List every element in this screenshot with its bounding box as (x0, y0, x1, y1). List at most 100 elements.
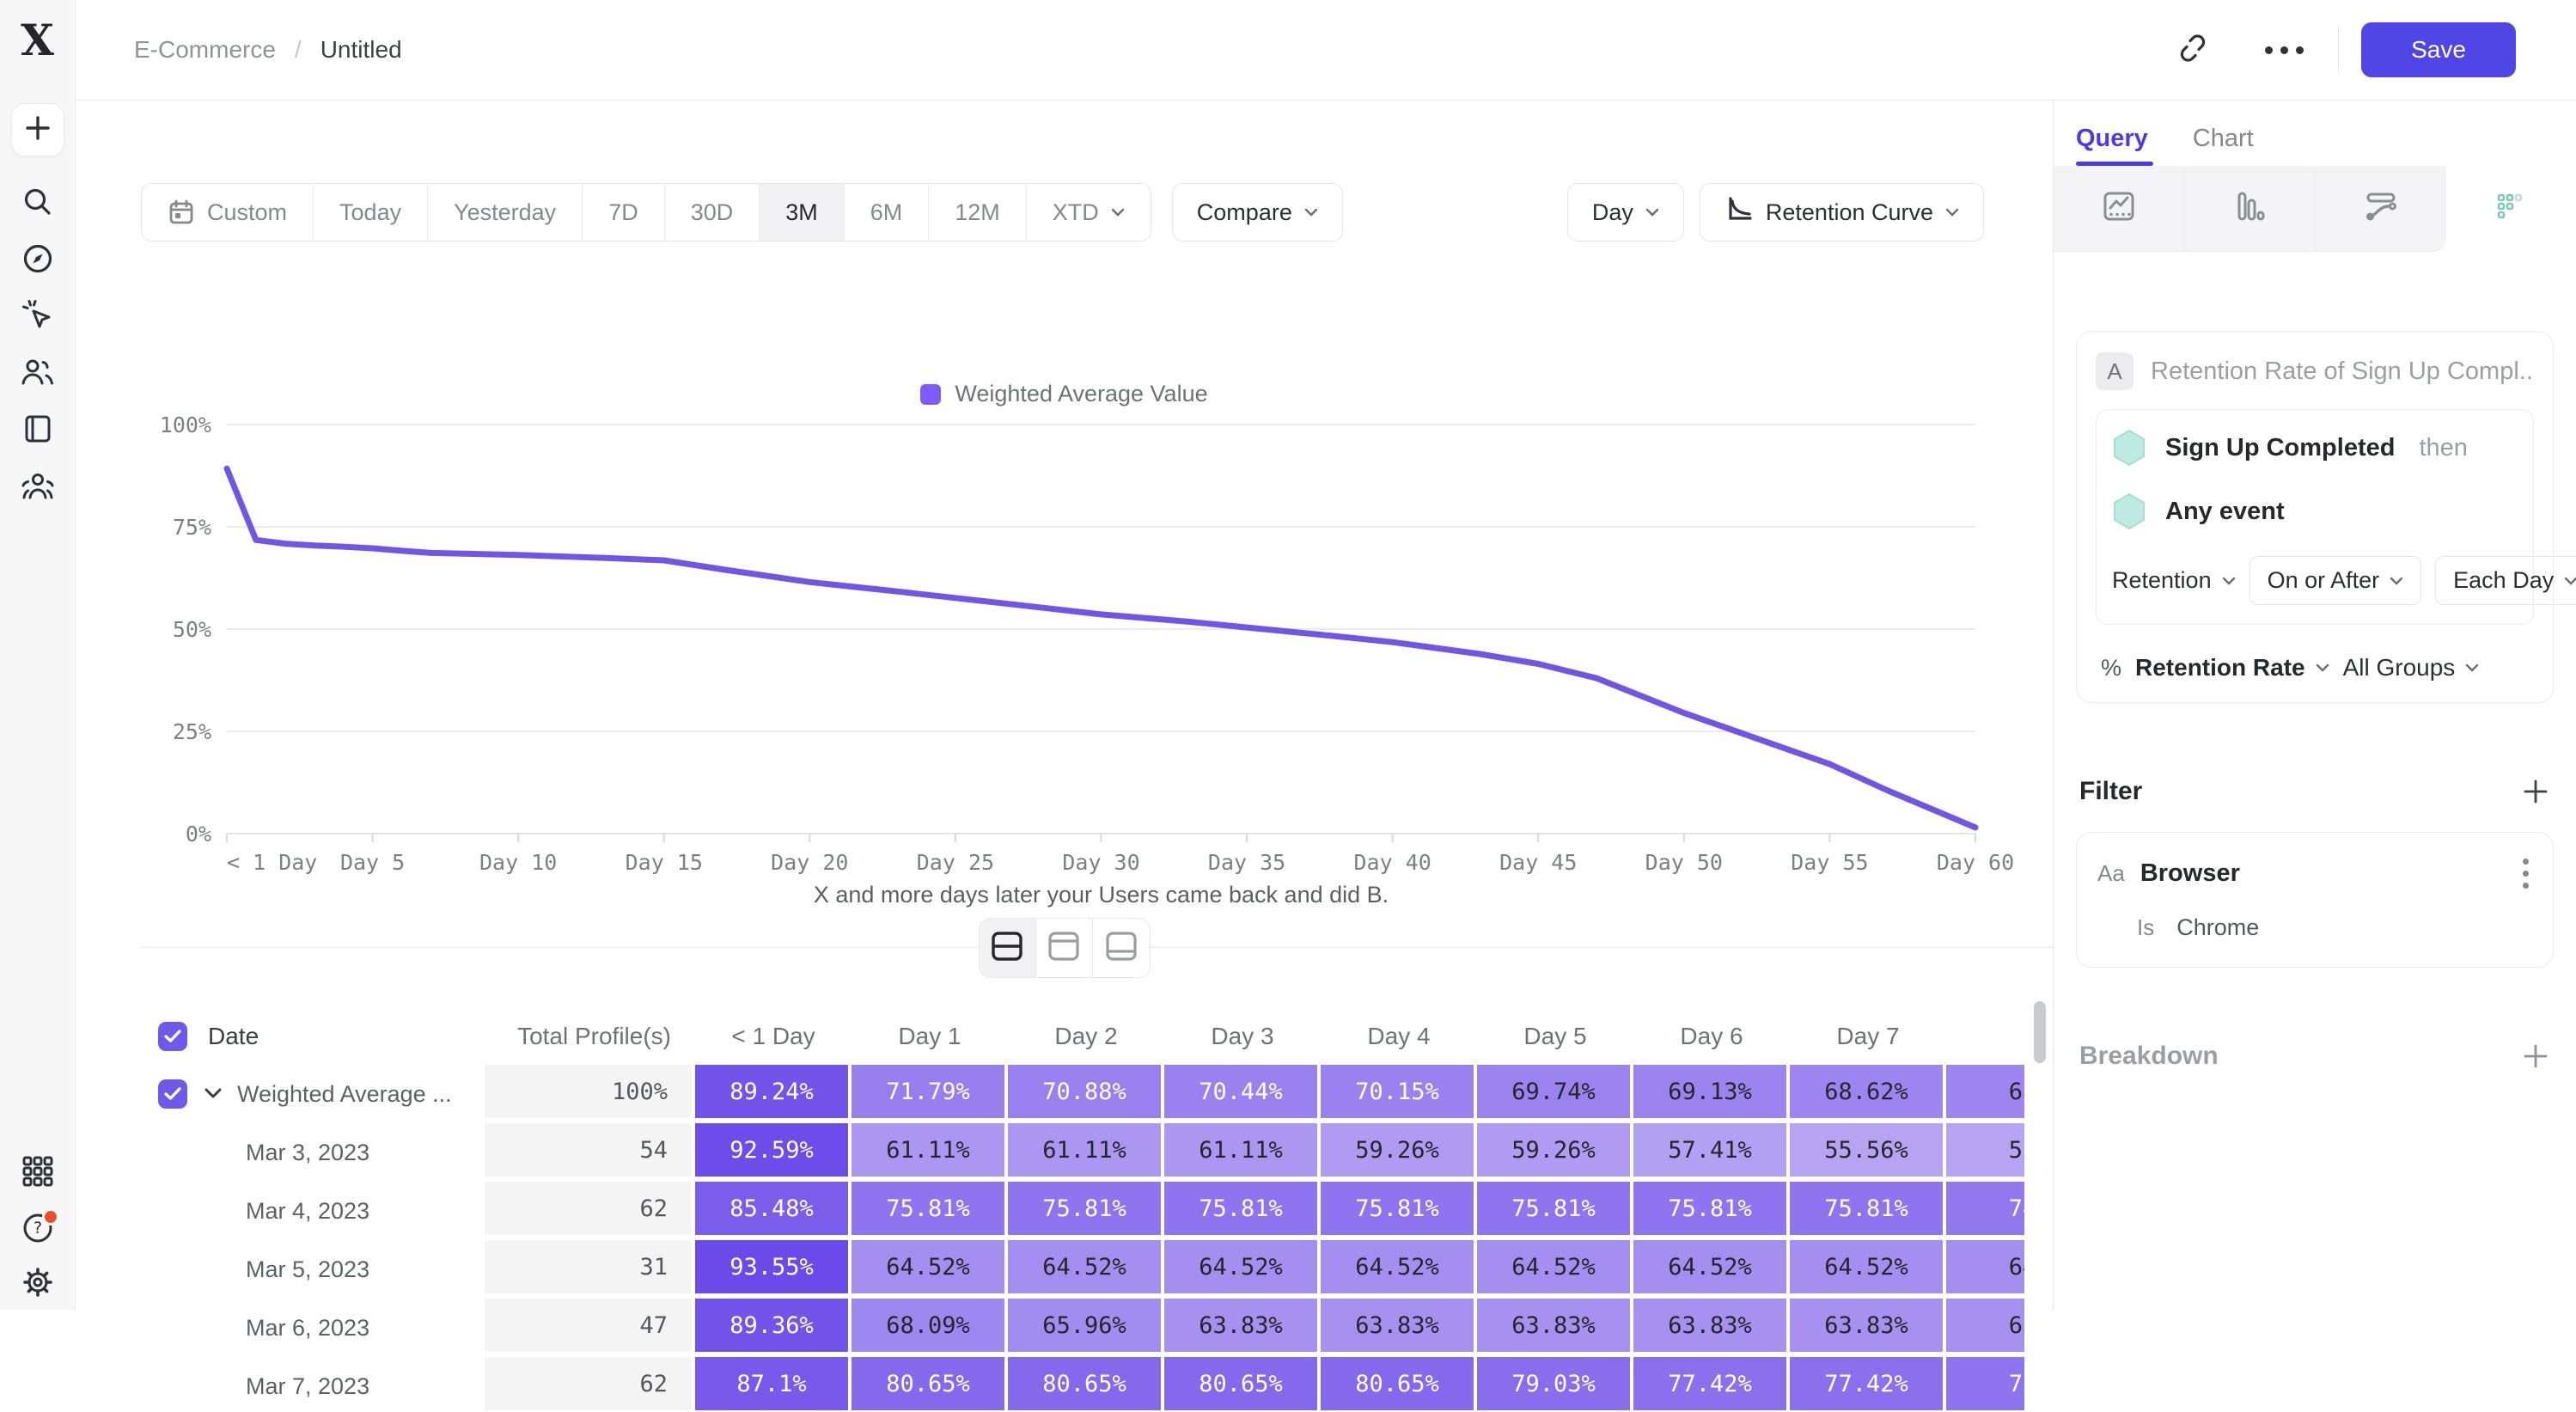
retention-cell[interactable]: 89.36% (695, 1299, 852, 1357)
notebook-nav-button[interactable] (9, 402, 66, 459)
chart-legend[interactable]: Weighted Average Value (76, 381, 2053, 407)
tab-line-chart[interactable] (2054, 166, 2185, 252)
filter-property[interactable]: Browser (2140, 859, 2240, 888)
row-checkbox[interactable] (158, 1022, 187, 1051)
tab-retention-grid[interactable] (2446, 166, 2576, 252)
range-button-6m[interactable]: 6M (845, 184, 930, 241)
retention-cell[interactable]: 63.83% (1477, 1299, 1633, 1357)
expand-chevron-icon[interactable] (203, 1087, 223, 1101)
retention-cell[interactable]: 64.52% (852, 1240, 1008, 1299)
save-button[interactable]: Save (2361, 22, 2516, 77)
column-header-day[interactable]: Day 6 (1633, 1023, 1790, 1050)
retention-cell[interactable]: 93.55% (695, 1240, 852, 1299)
retention-cell[interactable]: 61.11% (1164, 1123, 1321, 1182)
retention-cell[interactable]: 74 (1946, 1182, 2024, 1240)
retention-cell[interactable]: 70.44% (1164, 1065, 1321, 1123)
retention-cell[interactable]: 68.62% (1790, 1065, 1946, 1123)
retention-cell[interactable]: 75.81% (1633, 1182, 1790, 1240)
retention-cell[interactable]: 64.52% (1321, 1240, 1477, 1299)
range-button-yesterday[interactable]: Yesterday (428, 184, 583, 241)
row-label[interactable]: Mar 4, 2023 (246, 1198, 369, 1225)
apps-button[interactable] (9, 1145, 66, 1201)
compare-button[interactable]: Compare (1172, 183, 1343, 241)
breadcrumb-page[interactable]: Untitled (320, 36, 402, 64)
column-header-date[interactable]: Date (208, 1023, 259, 1050)
retention-cell[interactable]: 75.81% (1008, 1182, 1164, 1240)
retention-cell[interactable]: 75.81% (1164, 1182, 1321, 1240)
retention-cell[interactable]: 64.52% (1633, 1240, 1790, 1299)
retention-cell[interactable]: 80.65% (1164, 1357, 1321, 1412)
event-row-2[interactable]: Any event (2112, 492, 2518, 530)
retention-cell[interactable]: 63.83% (1633, 1299, 1790, 1357)
retention-cell[interactable]: 69.13% (1633, 1065, 1790, 1123)
layout-table-only-button[interactable] (1093, 919, 1150, 977)
retention-cell[interactable]: 87.1% (695, 1357, 852, 1412)
range-button-today[interactable]: Today (314, 184, 428, 241)
retention-cell[interactable]: 59.26% (1321, 1123, 1477, 1182)
more-options-button[interactable] (2265, 46, 2304, 54)
search-nav-button[interactable] (9, 175, 66, 232)
retention-cell[interactable]: 63 (1946, 1299, 2024, 1357)
row-checkbox[interactable] (158, 1079, 187, 1109)
range-button-7d[interactable]: 7D (583, 184, 665, 241)
column-header-day[interactable]: Day 2 (1008, 1023, 1164, 1050)
retention-line-series[interactable] (227, 468, 1975, 828)
retention-cell[interactable]: 57.41% (1633, 1123, 1790, 1182)
retention-cell[interactable]: 75.81% (852, 1182, 1008, 1240)
retention-cell[interactable]: 80.65% (1008, 1357, 1164, 1412)
help-button[interactable]: ? (9, 1201, 66, 1258)
column-header-day[interactable]: Day 5 (1477, 1023, 1633, 1050)
dropdown-on-or-after[interactable]: On or After (2249, 556, 2422, 605)
retention-cell[interactable]: 63.83% (1164, 1299, 1321, 1357)
measure-dropdown[interactable]: Retention Rate (2135, 654, 2329, 682)
retention-cell[interactable]: 61.11% (852, 1123, 1008, 1182)
row-label[interactable]: Mar 5, 2023 (246, 1256, 369, 1283)
filter-menu-button[interactable] (2519, 855, 2532, 892)
retention-cell[interactable]: 64.52% (1164, 1240, 1321, 1299)
retention-cell[interactable]: 77.42% (1790, 1357, 1946, 1412)
row-label[interactable]: Weighted Average ... (237, 1081, 452, 1108)
retention-cell[interactable]: 59.26% (1477, 1123, 1633, 1182)
retention-cell[interactable]: 75.81% (1477, 1182, 1633, 1240)
retention-cell[interactable]: 75.81% (1321, 1182, 1477, 1240)
range-button-xtd[interactable]: XTD (1027, 184, 1151, 241)
tab-bar-chart[interactable] (2185, 166, 2317, 252)
column-header-day[interactable]: Day 1 (852, 1023, 1008, 1050)
retention-cell[interactable]: 64.52% (1790, 1240, 1946, 1299)
retention-cell[interactable]: 85.48% (695, 1182, 852, 1240)
filter-card[interactable]: Aa Browser Is Chrome (2076, 832, 2554, 968)
retention-cell[interactable]: 63.83% (1790, 1299, 1946, 1357)
retention-line-chart[interactable]: 100%75%50%25%0%< 1 DayDay 5Day 10Day 15D… (141, 412, 2053, 910)
retention-cell[interactable]: 77.42% (1633, 1357, 1790, 1412)
tab-flow-chart[interactable] (2316, 166, 2446, 252)
range-button-12m[interactable]: 12M (929, 184, 1027, 241)
tab-query[interactable]: Query (2076, 125, 2148, 166)
dropdown-each-day[interactable]: Each Day (2435, 556, 2576, 605)
retention-cell[interactable]: 64 (1946, 1240, 2024, 1299)
event-row-1[interactable]: Sign Up Completed then (2112, 429, 2518, 467)
chart-type-dropdown[interactable]: Retention Curve (1700, 183, 1984, 241)
retention-cell[interactable]: 92.59% (695, 1123, 852, 1182)
retention-cell[interactable]: 69.74% (1477, 1065, 1633, 1123)
users-nav-button[interactable] (9, 345, 66, 402)
retention-cell[interactable]: 89.24% (695, 1065, 852, 1123)
filter-operator[interactable]: Is (2137, 914, 2154, 941)
app-logo[interactable]: X (21, 19, 54, 62)
retention-cell[interactable]: 64.52% (1008, 1240, 1164, 1299)
events-nav-button[interactable] (9, 289, 66, 345)
range-button-custom[interactable]: Custom (142, 184, 314, 241)
dropdown-retention[interactable]: Retention (2112, 567, 2236, 594)
filter-value[interactable]: Chrome (2176, 914, 2259, 941)
scrollbar-thumb[interactable] (2034, 1001, 2046, 1063)
row-label[interactable]: Mar 6, 2023 (246, 1315, 369, 1342)
column-header-day[interactable]: Day 7 (1790, 1023, 1946, 1050)
explore-nav-button[interactable] (9, 232, 66, 289)
retention-cell[interactable]: 55.56% (1790, 1123, 1946, 1182)
groups-dropdown[interactable]: All Groups (2343, 654, 2480, 682)
range-button-3m[interactable]: 3M (760, 184, 845, 241)
copy-link-button[interactable] (2169, 26, 2217, 74)
add-filter-button[interactable] (2521, 777, 2550, 806)
retention-cell[interactable]: 61.11% (1008, 1123, 1164, 1182)
column-header-day[interactable]: Day 3 (1164, 1023, 1321, 1050)
create-new-button[interactable] (11, 103, 64, 156)
